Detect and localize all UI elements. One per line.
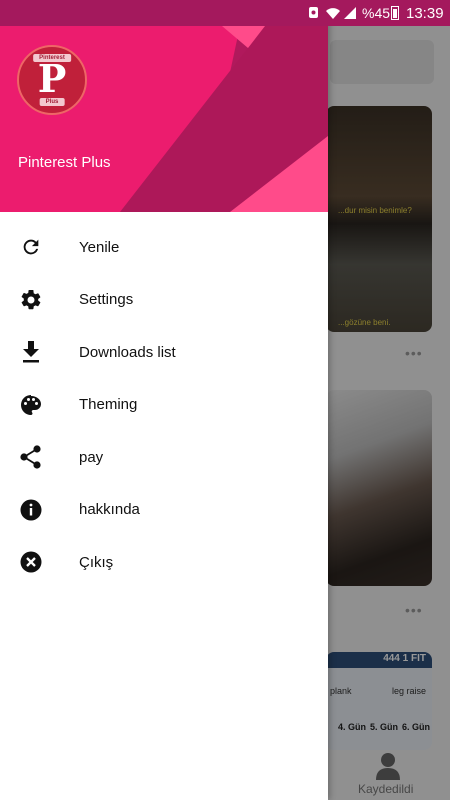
download-icon [19, 340, 43, 364]
menu-item-pay[interactable]: pay [0, 431, 328, 484]
navigation-drawer: Pinterest P Plus Pinterest Plus Yenile S… [0, 0, 328, 800]
logo-text: Plus [39, 98, 65, 106]
menu-item-label: Downloads list [79, 343, 176, 361]
menu-item-refresh[interactable]: Yenile [0, 221, 328, 274]
menu-item-label: Settings [79, 291, 134, 309]
menu-item-about[interactable]: hakkında [0, 484, 328, 537]
drawer-menu: Yenile Settings Downloads list Theming p… [0, 221, 328, 589]
menu-item-label: hakkında [79, 501, 140, 519]
palette-icon [19, 393, 43, 417]
info-icon [19, 498, 43, 522]
app-logo: Pinterest P Plus [17, 45, 87, 115]
close-circle-icon [19, 550, 43, 574]
menu-item-exit[interactable]: Çıkış [0, 536, 328, 589]
battery-percent: %45 [362, 5, 391, 21]
clock: 13:39 [406, 5, 444, 22]
menu-item-label: Çıkış [79, 553, 114, 571]
menu-item-label: Yenile [79, 238, 120, 256]
gear-icon [19, 288, 43, 312]
refresh-icon [19, 235, 43, 259]
status-bar: %45 13:39 [0, 0, 450, 26]
menu-item-theming[interactable]: Theming [0, 379, 328, 432]
pinterest-icon: P [37, 56, 67, 101]
app-name: Pinterest Plus [18, 154, 111, 171]
menu-item-settings[interactable]: Settings [0, 274, 328, 327]
signal-icon [344, 7, 356, 19]
share-icon [19, 445, 43, 469]
notification-icon [309, 7, 318, 18]
wifi-icon [326, 8, 340, 19]
battery-icon [391, 6, 399, 20]
menu-item-downloads[interactable]: Downloads list [0, 326, 328, 379]
drawer-header: Pinterest P Plus Pinterest Plus [0, 26, 328, 212]
menu-item-label: pay [79, 448, 104, 466]
menu-item-label: Theming [79, 396, 138, 414]
